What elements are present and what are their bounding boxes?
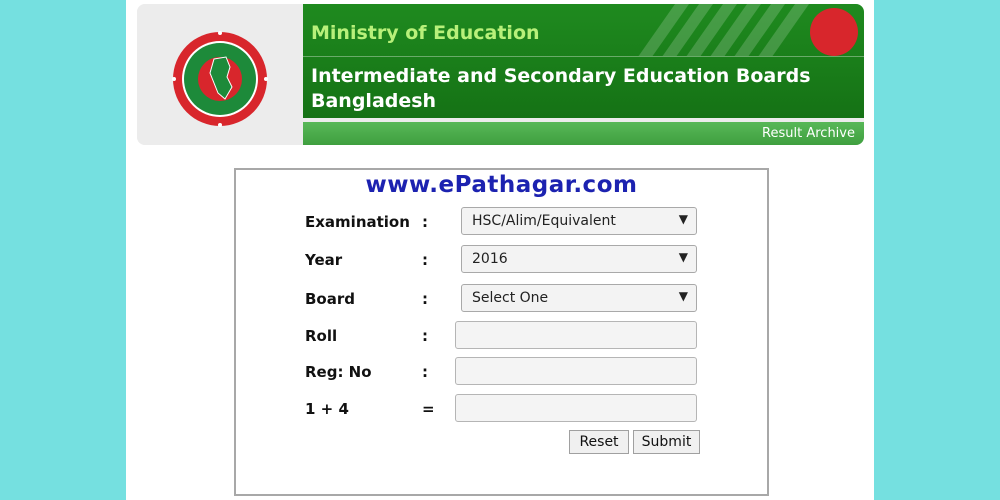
examination-label: Examination [305, 213, 410, 231]
roll-colon: : [422, 327, 428, 345]
reset-button[interactable]: Reset [569, 430, 629, 454]
government-seal-icon [172, 31, 268, 127]
ministry-title: Ministry of Education [311, 22, 540, 44]
boards-title: Intermediate and Secondary Education Boa… [311, 64, 851, 114]
reg-no-input[interactable] [455, 357, 697, 385]
captcha-input[interactable] [455, 394, 697, 422]
board-colon: : [422, 290, 428, 308]
header-banner: Ministry of Education Intermediate and S… [303, 4, 864, 118]
reg-no-label: Reg: No [305, 363, 372, 381]
examination-value: HSC/Alim/Equivalent [472, 213, 616, 229]
result-form: www.ePathagar.com Examination : HSC/Alim… [234, 168, 769, 496]
logo-box [137, 4, 303, 145]
year-value: 2016 [472, 251, 508, 267]
board-label: Board [305, 290, 355, 308]
roll-label: Roll [305, 327, 338, 345]
reg-no-colon: : [422, 363, 428, 381]
board-value: Select One [472, 290, 549, 306]
captcha-equals: = [422, 400, 435, 418]
boards-title-line2: Bangladesh [311, 90, 437, 112]
boards-title-line1: Intermediate and Secondary Education Boa… [311, 65, 811, 87]
result-archive-link[interactable]: Result Archive [762, 126, 855, 141]
board-select[interactable]: Select One ▼ [461, 284, 697, 312]
captcha-label: 1 + 4 [305, 400, 349, 418]
year-label: Year [305, 251, 343, 269]
chevron-down-icon: ▼ [678, 212, 688, 226]
watermark-text: www.ePathagar.com [365, 172, 638, 198]
header-divider [303, 56, 864, 57]
chevron-down-icon: ▼ [678, 250, 688, 264]
examination-colon: : [422, 213, 428, 231]
header-decoration [634, 4, 864, 56]
year-colon: : [422, 251, 428, 269]
archive-bar: Result Archive [303, 122, 864, 145]
roll-input[interactable] [455, 321, 697, 349]
chevron-down-icon: ▼ [678, 289, 688, 303]
year-select[interactable]: 2016 ▼ [461, 245, 697, 273]
page: Ministry of Education Intermediate and S… [126, 0, 874, 500]
submit-button[interactable]: Submit [633, 430, 700, 454]
flag-circle-icon [810, 8, 858, 56]
examination-select[interactable]: HSC/Alim/Equivalent ▼ [461, 207, 697, 235]
site-header: Ministry of Education Intermediate and S… [137, 4, 864, 145]
